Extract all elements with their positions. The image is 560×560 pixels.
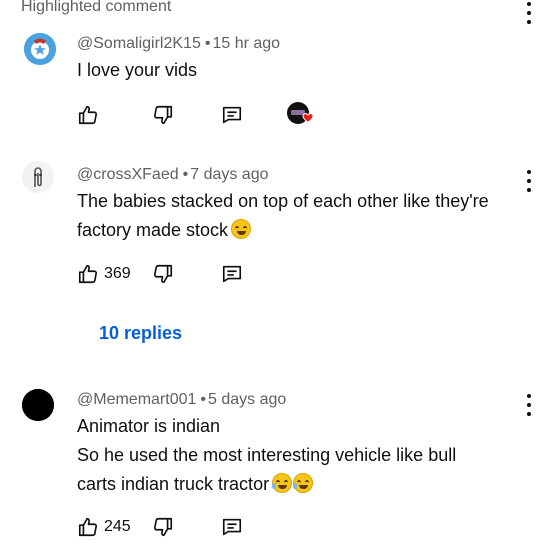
highlighted-comment-label: Highlighted comment bbox=[21, 0, 172, 15]
view-replies-link[interactable]: 10 replies bbox=[99, 321, 182, 345]
comment-line-with-emoji: carts indian truck tractor bbox=[77, 471, 527, 498]
meta-separator: • bbox=[204, 35, 211, 52]
comment-age: 5 days ago bbox=[208, 391, 287, 408]
comment-line: The babies stacked on top of each other … bbox=[77, 191, 489, 211]
like-button[interactable] bbox=[77, 101, 99, 129]
paperclip-avatar-icon bbox=[22, 161, 54, 193]
comment-age: 7 days ago bbox=[190, 166, 269, 183]
sneezing-face-emoji-icon bbox=[231, 219, 252, 239]
thumbs-up-icon bbox=[78, 264, 98, 284]
sweat-smile-emoji-icon bbox=[272, 473, 293, 493]
commenter-handle[interactable]: @crossXFaed bbox=[77, 166, 179, 183]
reply-button[interactable] bbox=[221, 513, 243, 541]
thumbs-down-icon bbox=[153, 105, 173, 125]
thumbs-up-icon bbox=[78, 517, 98, 537]
commenter-handle[interactable]: @Somaligirl2K15 bbox=[77, 35, 201, 52]
more-options-icon[interactable] bbox=[526, 170, 532, 192]
comment-text: I love your vids bbox=[77, 57, 527, 84]
dislike-button[interactable] bbox=[152, 513, 174, 541]
thumbs-down-icon bbox=[153, 264, 173, 284]
meta-separator: • bbox=[182, 166, 189, 183]
like-button[interactable]: 245 bbox=[77, 513, 131, 541]
meta-separator: • bbox=[200, 391, 206, 408]
comment-line: Animator is indian bbox=[77, 416, 221, 436]
comment-line: So he used the most interesting vehicle … bbox=[77, 445, 457, 465]
comment-meta: @crossXFaed • 7 days ago bbox=[77, 165, 269, 185]
comment-age: 15 hr ago bbox=[212, 35, 281, 52]
creator-heart-badge bbox=[286, 101, 316, 129]
like-button[interactable]: 369 bbox=[77, 260, 131, 288]
sweat-smile-emoji-icon bbox=[293, 473, 314, 493]
comment-line-with-emoji: factory made stock bbox=[77, 217, 527, 244]
commenter-avatar[interactable] bbox=[24, 33, 56, 65]
commenter-avatar[interactable] bbox=[22, 161, 54, 193]
black-circle-avatar-icon bbox=[22, 389, 54, 421]
comment-meta: @Mememart001 • 5 days ago bbox=[77, 390, 286, 410]
comment-meta: @Somaligirl2K15 • 15 hr ago bbox=[77, 34, 280, 54]
like-count: 369 bbox=[104, 265, 131, 282]
commenter-handle[interactable]: @Mememart001 bbox=[77, 391, 196, 408]
comment-text: Animator is indian So he used the most i… bbox=[77, 413, 527, 498]
dislike-button[interactable] bbox=[152, 101, 174, 129]
comment-text: The babies stacked on top of each other … bbox=[77, 188, 527, 244]
comment-bubble-icon bbox=[222, 106, 242, 124]
creator-avatar-heart-icon bbox=[287, 102, 314, 124]
somali-star-flag-avatar-icon bbox=[24, 33, 56, 65]
dislike-button[interactable] bbox=[152, 260, 174, 288]
comment-bubble-icon bbox=[222, 265, 242, 283]
like-count: 245 bbox=[104, 518, 131, 535]
more-options-icon[interactable] bbox=[526, 394, 532, 416]
reply-button[interactable] bbox=[221, 101, 243, 129]
comment-line: carts indian truck tractor bbox=[77, 474, 270, 494]
comment-bubble-icon bbox=[222, 518, 242, 536]
comment-line: factory made stock bbox=[77, 220, 229, 240]
thumbs-down-icon bbox=[153, 517, 173, 537]
comment-line: I love your vids bbox=[77, 60, 198, 80]
commenter-avatar[interactable] bbox=[22, 389, 54, 421]
reply-button[interactable] bbox=[221, 260, 243, 288]
thumbs-up-icon bbox=[78, 105, 98, 125]
more-options-icon[interactable] bbox=[526, 2, 532, 24]
